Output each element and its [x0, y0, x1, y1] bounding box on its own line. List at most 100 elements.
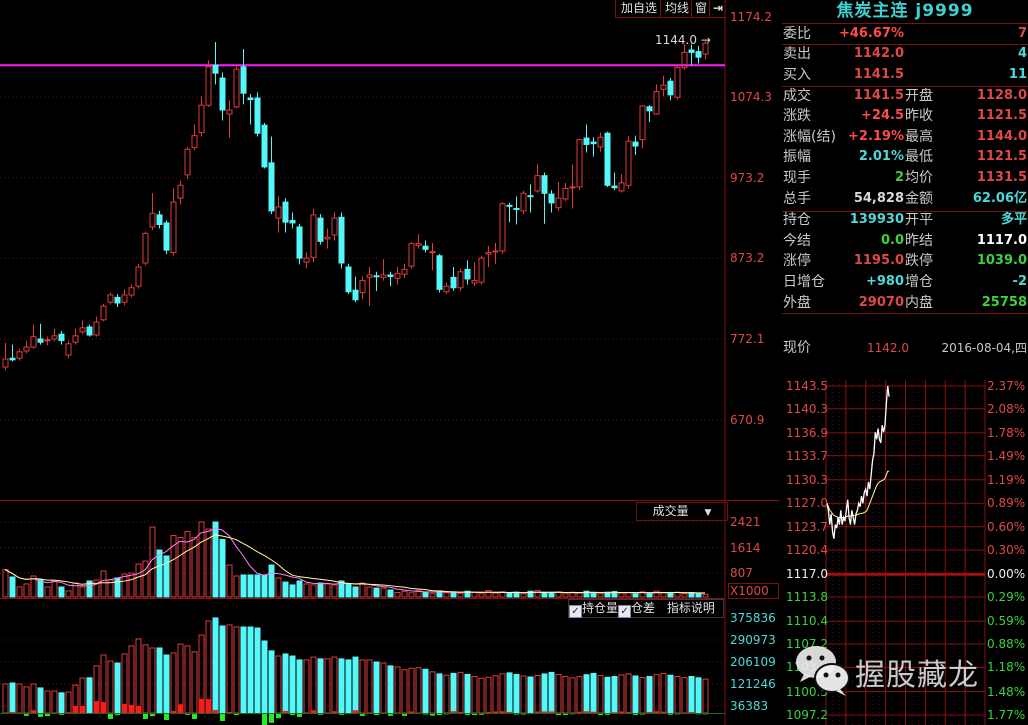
arrow-right-bar-icon[interactable]: ⇥: [709, 0, 726, 18]
candle-body: [352, 289, 359, 301]
candle-body: [359, 280, 366, 294]
quote-row: 外盘 29070 内盘 25758: [782, 293, 1028, 313]
oi-bar: [583, 674, 590, 714]
quote-value-2: 11: [1008, 67, 1027, 82]
candle-body: [100, 305, 107, 321]
oi-bar: [212, 617, 219, 714]
volume-bar: [156, 549, 163, 598]
indicator-help-link[interactable]: 指标说明: [667, 601, 715, 615]
oi-bar: [289, 655, 296, 714]
oi-bar: [51, 690, 58, 714]
volume-bar: [422, 591, 429, 598]
candle: [163, 220, 170, 255]
volume-bar: [72, 582, 79, 598]
intraday-pct-tick: 0.29%: [987, 590, 1026, 605]
volume-title: 成交量: [652, 504, 689, 518]
candle-body: [590, 141, 597, 145]
oi-bar: [604, 676, 611, 714]
oi-checkbox[interactable]: ✓: [569, 605, 582, 618]
oi-bar: [114, 662, 121, 714]
quote-label-2: 开平: [905, 212, 933, 228]
oi-bar: [30, 683, 37, 714]
quote-label: 买入: [783, 67, 811, 83]
quote-row: 买入 1141.5 11: [782, 65, 1028, 85]
quote-row: 现手 2 均价 1131.5: [782, 168, 1028, 188]
candle: [443, 282, 450, 295]
oi-bar: [443, 674, 450, 714]
oi-diff-bar: [689, 711, 694, 713]
quote-value: 29070: [858, 295, 904, 310]
candle: [569, 164, 576, 209]
oi-bar: [555, 673, 562, 714]
volume-bar: [506, 592, 513, 598]
oi-diff-bar: [122, 703, 127, 713]
candle-body: [289, 220, 296, 224]
oi-bar: [44, 690, 51, 714]
quote-value: 1141.5: [853, 88, 904, 103]
oi-diff-bar: [73, 705, 78, 713]
candle-body: [107, 294, 114, 303]
candle: [100, 303, 107, 322]
candle-body: [296, 226, 303, 259]
quote-label-2: 最高: [905, 129, 933, 145]
volume-axis-tick: 1614: [730, 540, 761, 555]
volume-indicator-select[interactable]: 成交量 ▼: [636, 502, 728, 521]
add-watchlist-button[interactable]: 加自选: [615, 0, 662, 18]
candle-body: [142, 232, 149, 264]
oi-bar: [247, 626, 254, 714]
volume-bar: [23, 583, 30, 598]
candle-body: [65, 343, 72, 356]
high-marker-label: 1144.0 →: [655, 33, 711, 47]
candle: [450, 266, 457, 291]
candle-body: [72, 335, 79, 343]
intraday-pct-tick: 0.30%: [987, 543, 1026, 558]
quote-value: 2: [894, 170, 904, 185]
quote-value: 1142.0: [853, 46, 904, 61]
oi-bar: [541, 673, 548, 714]
volume-bar: [618, 592, 625, 598]
candle: [44, 336, 51, 346]
candle-body: [177, 184, 184, 199]
oi-bar: [562, 676, 569, 714]
candle-body: [366, 274, 373, 278]
oi-axis-tick: 121246: [730, 676, 776, 691]
candle: [9, 344, 16, 362]
current-price-label: 现价: [783, 340, 811, 356]
oi-diff-bar: [227, 711, 232, 713]
quote-value-2: 1117.0: [976, 233, 1027, 248]
oi-bar: [499, 673, 506, 714]
candle: [254, 92, 261, 137]
oi-bar: [282, 653, 289, 714]
oi-diff-bar: [269, 713, 274, 723]
oi-diff-bar: [31, 710, 36, 713]
intraday-price-tick: 1110.4: [786, 614, 828, 629]
candle-body: [527, 195, 534, 198]
candle-body: [247, 97, 254, 101]
candle: [142, 231, 149, 266]
diff-legend-label: 仓差: [631, 601, 656, 615]
candle: [93, 316, 100, 337]
candle-body: [212, 64, 219, 74]
candle-body: [555, 197, 562, 209]
diff-checkbox[interactable]: ✓: [618, 605, 632, 618]
oi-bar: [324, 658, 331, 714]
intraday-pct-tick: 1.78%: [987, 425, 1026, 440]
candle-body: [135, 266, 142, 287]
candle: [2, 343, 9, 371]
oi-bar: [58, 692, 65, 714]
volume-bar: [702, 593, 709, 598]
window-button[interactable]: 窗: [691, 0, 710, 18]
volume-bar: [562, 593, 569, 598]
oi-bar: [520, 675, 527, 714]
oi-diff-bar: [577, 711, 582, 713]
quote-value: +2.19%: [848, 129, 904, 144]
volume-bar: [289, 584, 296, 598]
oi-bar: [184, 645, 191, 714]
candle-body: [695, 51, 702, 58]
quote-value-2: 多平: [1000, 212, 1027, 227]
oi-bar: [681, 677, 688, 714]
current-price-row: 现价 1142.0 2016-08-04,四: [782, 338, 1028, 358]
ma-button[interactable]: 均线: [660, 0, 693, 18]
candle: [562, 182, 569, 202]
candle-body: [163, 222, 170, 251]
